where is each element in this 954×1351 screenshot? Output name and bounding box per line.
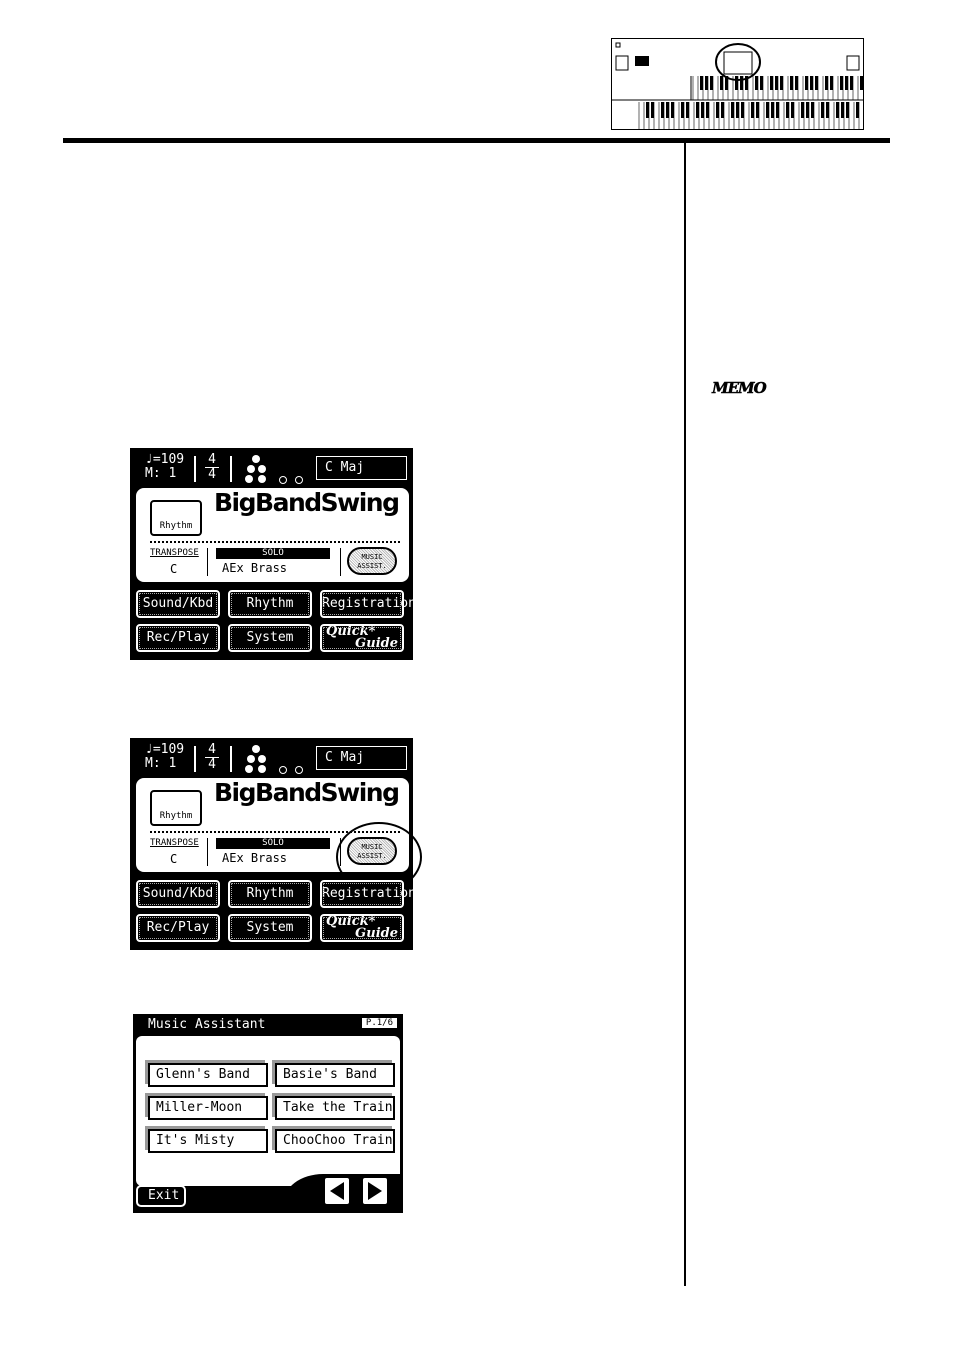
beat-indicator-icon bbox=[243, 745, 303, 774]
status-bar: ♩=109 M: 1 44 C Maj bbox=[130, 448, 413, 486]
option-button[interactable]: Glenn's Band bbox=[148, 1063, 268, 1087]
menu-button[interactable]: Sound/Kbd bbox=[136, 880, 220, 908]
transpose-label: TRANSPOSE bbox=[150, 838, 199, 848]
solo-label: SOLO bbox=[216, 838, 330, 849]
options-panel: Glenn's Band Basie's Band Miller-Moon Ta… bbox=[136, 1036, 400, 1186]
divider bbox=[194, 456, 196, 482]
menu-button[interactable]: Rhythm bbox=[228, 880, 312, 908]
rhythm-panel: Rhythm BigBandSwing TRANSPOSE C SOLO AEx… bbox=[136, 778, 422, 892]
menu-button[interactable]: System bbox=[228, 624, 312, 652]
beat-numerator: 4 bbox=[205, 743, 219, 758]
transpose-label: TRANSPOSE bbox=[150, 548, 199, 558]
divider bbox=[340, 548, 341, 576]
rhythm-name: BigBandSwing bbox=[214, 488, 400, 517]
measure: M: 1 bbox=[145, 466, 177, 481]
key-display[interactable]: C Maj bbox=[316, 456, 407, 480]
tempo: ♩=109 bbox=[145, 452, 185, 467]
main-screen: ♩=109 M: 1 44 C Maj Rhythm BigBandSwing T… bbox=[130, 448, 416, 660]
dotted-divider bbox=[150, 541, 400, 543]
option-button[interactable]: Basie's Band bbox=[275, 1063, 395, 1087]
music-assist-line1: MUSIC bbox=[361, 553, 383, 561]
tempo: ♩=109 bbox=[145, 742, 185, 757]
screen-title: Music Assistant bbox=[148, 1017, 266, 1032]
solo-value[interactable]: AEx Brass bbox=[222, 851, 287, 865]
divider bbox=[207, 548, 208, 576]
time-signature: 44 bbox=[205, 743, 219, 772]
quick-guide-line2: Guide bbox=[355, 636, 398, 651]
solo-label: SOLO bbox=[216, 548, 330, 559]
prev-page-button[interactable] bbox=[323, 1176, 351, 1206]
exit-button[interactable]: Exit bbox=[136, 1185, 186, 1207]
time-signature: 44 bbox=[205, 453, 219, 482]
menu-button[interactable]: Rec/Play bbox=[136, 914, 220, 942]
rhythm-panel: Rhythm BigBandSwing TRANSPOSE C SOLO AEx… bbox=[136, 488, 409, 582]
quick-guide-button[interactable]: Quick* Guide bbox=[320, 914, 404, 942]
manual-page: MEMO ♩=109 M: 1 44 C Maj Rhythm BigBandSw… bbox=[0, 0, 954, 1351]
quick-guide-button[interactable]: Quick* Guide bbox=[320, 624, 404, 652]
music-assistant-screen: Music Assistant P.1/6 Glenn's Band Basie… bbox=[133, 1014, 403, 1213]
status-bar: ♩=109 M: 1 44 C Maj bbox=[130, 738, 413, 776]
music-assist-button[interactable]: MUSIC ASSIST. bbox=[347, 547, 397, 575]
menu-button[interactable]: Registration bbox=[320, 590, 416, 618]
quick-guide-line2: Guide bbox=[355, 926, 398, 941]
page-indicator: P.1/6 bbox=[361, 1018, 397, 1028]
transpose-value[interactable]: C bbox=[170, 562, 177, 576]
triangle-right-icon bbox=[368, 1182, 382, 1200]
next-page-button[interactable] bbox=[361, 1176, 389, 1206]
rhythm-folder-icon[interactable]: Rhythm bbox=[150, 500, 202, 536]
rhythm-folder-icon[interactable]: Rhythm bbox=[150, 790, 202, 826]
divider bbox=[194, 746, 196, 772]
solo-value[interactable]: AEx Brass bbox=[222, 561, 287, 575]
music-assist-line2: ASSIST. bbox=[357, 562, 387, 570]
menu-button[interactable]: Sound/Kbd bbox=[136, 590, 220, 618]
tempo-display: ♩=109 M: 1 bbox=[145, 453, 184, 481]
sidebar-divider bbox=[684, 143, 686, 1286]
header-rule bbox=[63, 138, 890, 143]
tempo-display: ♩=109 M: 1 bbox=[145, 743, 184, 771]
memo-icon: MEMO bbox=[712, 379, 767, 398]
transpose-value[interactable]: C bbox=[170, 852, 177, 866]
beat-denominator: 4 bbox=[208, 757, 216, 772]
menu-button[interactable]: Rhythm bbox=[228, 590, 312, 618]
triangle-left-icon bbox=[330, 1182, 344, 1200]
rhythm-name: BigBandSwing bbox=[214, 778, 400, 807]
menu-button[interactable]: Rec/Play bbox=[136, 624, 220, 652]
beat-numerator: 4 bbox=[205, 453, 219, 468]
divider bbox=[207, 838, 208, 866]
option-button[interactable]: Take the Train bbox=[275, 1096, 395, 1120]
divider bbox=[230, 746, 232, 772]
measure: M: 1 bbox=[145, 756, 177, 771]
main-screen-music-assist-highlighted: ♩=109 M: 1 44 C Maj Rhythm BigBandSwing T… bbox=[130, 738, 422, 950]
option-button[interactable]: ChooChoo Train bbox=[275, 1129, 395, 1153]
instrument-panel-illustration bbox=[611, 38, 864, 130]
divider bbox=[230, 456, 232, 482]
key-display[interactable]: C Maj bbox=[316, 746, 407, 770]
beat-indicator-icon bbox=[243, 455, 303, 484]
menu-button[interactable]: System bbox=[228, 914, 312, 942]
beat-denominator: 4 bbox=[208, 467, 216, 482]
menu-button[interactable]: Registration bbox=[320, 880, 416, 908]
option-button[interactable]: Miller-Moon bbox=[148, 1096, 268, 1120]
option-button[interactable]: It's Misty bbox=[148, 1129, 268, 1153]
